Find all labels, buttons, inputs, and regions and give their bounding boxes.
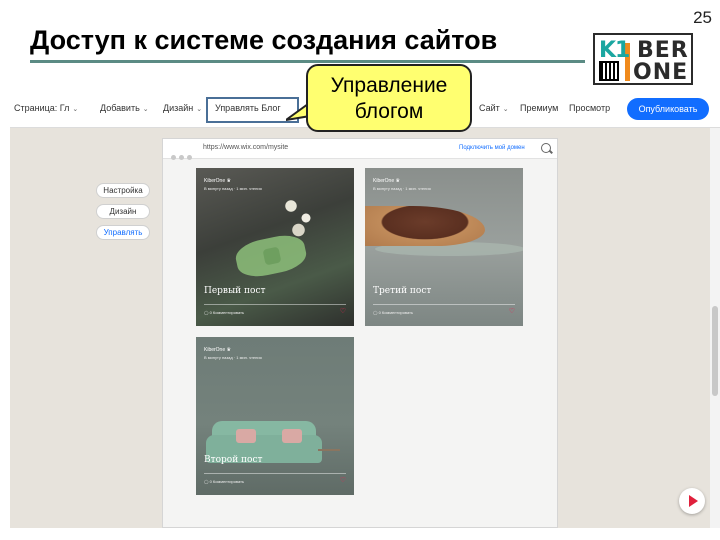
play-icon[interactable] <box>679 488 705 514</box>
pillow-image <box>282 429 302 443</box>
post-title[interactable]: Второй пост <box>204 455 263 465</box>
publish-button[interactable]: Опубликовать <box>627 98 709 120</box>
page-selector-label: Страница: Гл <box>14 103 70 113</box>
add-menu[interactable]: Добавить ⌄ <box>100 103 149 113</box>
callout-line2: блогом <box>354 100 424 123</box>
post-time: В минуту назад · 1 мин. чтения <box>373 186 431 191</box>
blog-post-card[interactable]: KiberOne ♛ В минуту назад · 1 мин. чтени… <box>196 337 354 495</box>
chevron-down-icon: ⌄ <box>142 106 149 113</box>
heart-icon[interactable]: ♡ <box>509 307 515 315</box>
blog-post-card[interactable]: KiberOne ♛ В минуту назад · 1 мин. чтени… <box>196 168 354 326</box>
post-title[interactable]: Первый пост <box>204 286 265 296</box>
post-title[interactable]: Третий пост <box>373 286 431 296</box>
preview-button[interactable]: Просмотр <box>569 103 610 113</box>
design-menu[interactable]: Дизайн ⌄ <box>163 103 202 113</box>
post-stats: ◯ 0 Комментировать <box>204 310 245 315</box>
connect-domain-link[interactable]: Подключить мой домен <box>459 145 525 151</box>
qr-code-icon <box>599 61 619 81</box>
heart-icon[interactable]: ♡ <box>340 307 346 315</box>
post-divider <box>204 304 346 305</box>
callout-line1: Управление <box>330 74 448 97</box>
kiberone-logo: K1 BER ONE <box>593 33 693 85</box>
post-author: KiberOne ♛ <box>204 178 231 184</box>
post-time: В минуту назад · 1 мин. чтения <box>204 355 262 360</box>
post-stats: ◯ 0 Комментировать <box>373 310 414 315</box>
post-author: KiberOne ♛ <box>204 347 231 353</box>
premium-button[interactable]: Премиум <box>520 103 558 113</box>
post-divider <box>204 473 346 474</box>
post-time: В минуту назад · 1 мин. чтения <box>204 186 262 191</box>
slide-number: 25 <box>693 8 712 27</box>
slide-title: Доступ к системе создания сайтов <box>30 25 498 55</box>
side-menu-manage[interactable]: Управлять <box>96 225 150 240</box>
chevron-down-icon: ⌄ <box>196 106 203 113</box>
window-dots-icon <box>171 147 195 165</box>
side-table-image <box>318 449 340 469</box>
post-divider <box>373 304 515 305</box>
scrollbar-thumb[interactable] <box>712 306 718 396</box>
chevron-down-icon: ⌄ <box>72 106 79 113</box>
logo-k1: K1 <box>599 38 630 63</box>
page-selector[interactable]: Страница: Гл ⌄ <box>14 103 78 113</box>
browser-url: https://www.wix.com/mysite <box>203 144 289 151</box>
post-stats: ◯ 0 Комментировать <box>204 479 245 484</box>
bow-tie-knot <box>262 246 282 266</box>
title-underline <box>30 60 585 63</box>
heart-icon[interactable]: ♡ <box>340 476 346 484</box>
pie-image <box>365 206 485 246</box>
pillow-image <box>236 429 256 443</box>
slide: Доступ к системе создания сайтов 25 K1 B… <box>0 0 720 540</box>
blog-post-card[interactable]: KiberOne ♛ В минуту назад · 1 мин. чтени… <box>365 168 523 326</box>
site-preview-browser: https://www.wix.com/mysite Подключить мо… <box>162 138 558 528</box>
browser-bar: https://www.wix.com/mysite Подключить мо… <box>163 139 557 160</box>
scrollbar[interactable] <box>710 128 720 528</box>
design-menu-label: Дизайн <box>163 103 194 113</box>
add-menu-label: Добавить <box>100 103 140 113</box>
side-menu-settings[interactable]: Настройка <box>96 183 150 198</box>
chevron-down-icon: ⌄ <box>502 106 509 113</box>
callout-manage-blog: Управление блогом <box>306 64 472 132</box>
post-author: KiberOne ♛ <box>373 178 400 184</box>
site-menu[interactable]: Сайт ⌄ <box>479 103 509 113</box>
wix-editor-screenshot: Страница: Гл ⌄ Добавить ⌄ Дизайн ⌄ Управлят… <box>10 90 720 528</box>
site-menu-label: Сайт <box>479 103 500 113</box>
side-menu-design[interactable]: Дизайн <box>96 204 150 219</box>
zoom-icon[interactable] <box>541 143 551 153</box>
logo-one: ONE <box>633 60 689 85</box>
